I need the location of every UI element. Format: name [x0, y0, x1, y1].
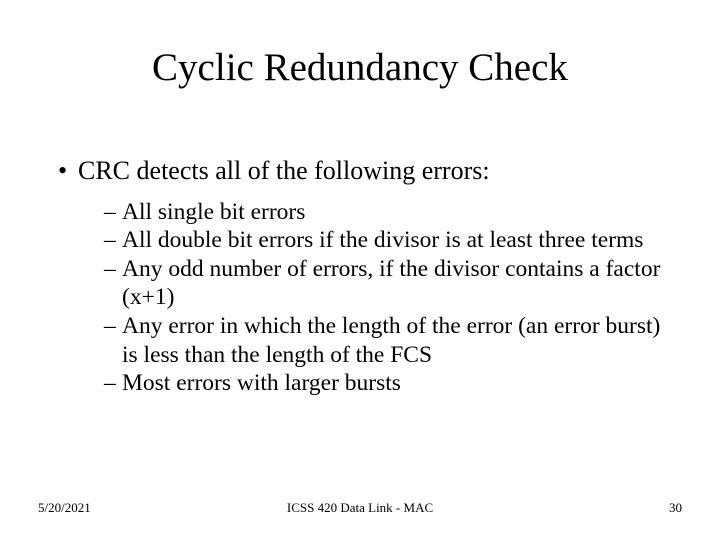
dash-marker: –	[104, 312, 122, 341]
slide: Cyclic Redundancy Check •CRC detects all…	[0, 0, 720, 540]
dash-marker: –	[104, 369, 122, 398]
sub-bullet-text: Any error in which the length of the err…	[122, 313, 660, 368]
slide-body: •CRC detects all of the following errors…	[58, 155, 670, 398]
sub-bullet-text: All double bit errors if the divisor is …	[122, 227, 643, 253]
sub-bullet-text: Most errors with larger bursts	[122, 370, 401, 396]
dash-marker: –	[104, 226, 122, 255]
sub-bullet: –All single bit errors	[104, 198, 670, 227]
sub-bullet: –Most errors with larger bursts	[104, 369, 670, 398]
sub-bullet: –Any error in which the length of the er…	[104, 312, 670, 369]
sub-bullet: –Any odd number of errors, if the diviso…	[104, 255, 670, 312]
dash-marker: –	[104, 255, 122, 284]
dash-marker: –	[104, 198, 122, 227]
footer-center: ICSS 420 Data Link - MAC	[0, 500, 720, 516]
slide-title: Cyclic Redundancy Check	[0, 45, 720, 90]
sub-bullet-text: Any odd number of errors, if the divisor…	[122, 256, 660, 311]
footer-page-number: 30	[669, 500, 682, 516]
sub-bullet-group: –All single bit errors –All double bit e…	[104, 198, 670, 399]
sub-bullet-text: All single bit errors	[122, 199, 305, 225]
bullet-marker: •	[58, 155, 78, 188]
sub-bullet: –All double bit errors if the divisor is…	[104, 226, 670, 255]
bullet-text: CRC detects all of the following errors:	[78, 156, 490, 185]
bullet-level1: •CRC detects all of the following errors…	[58, 155, 670, 188]
